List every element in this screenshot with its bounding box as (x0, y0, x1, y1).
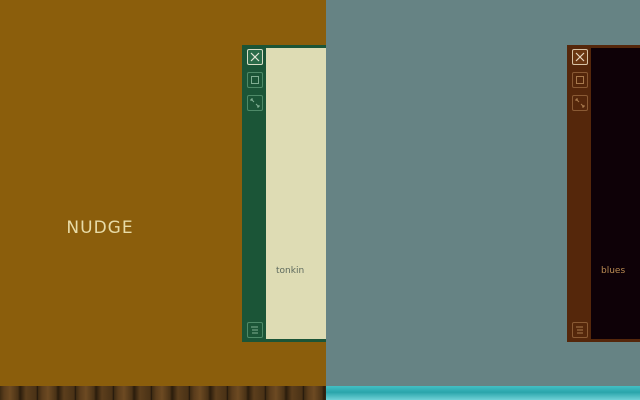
menu-icon (575, 325, 585, 335)
window-menu-button[interactable] (247, 322, 263, 338)
menu-icon (250, 325, 260, 335)
close-icon (575, 52, 585, 62)
fullscreen-button[interactable] (247, 95, 263, 111)
theme-preview-blues: blues (326, 0, 640, 400)
maximize-button[interactable] (247, 72, 263, 88)
maximize-icon (250, 75, 260, 85)
fullscreen-icon (250, 98, 260, 108)
fullscreen-icon (575, 98, 585, 108)
window-title: tonkin (276, 266, 305, 276)
window-titlebar[interactable] (244, 47, 266, 340)
maximize-icon (575, 75, 585, 85)
window-content[interactable]: blues (591, 48, 640, 339)
maximize-button[interactable] (572, 72, 588, 88)
close-icon (250, 52, 260, 62)
water-texture (326, 386, 640, 400)
fullscreen-button[interactable] (572, 95, 588, 111)
window-tonkin[interactable]: tonkin (242, 45, 326, 342)
window-content[interactable]: tonkin (266, 48, 326, 339)
theme-preview-nudge: NUDGE tonkin (0, 0, 326, 400)
window-menu-button[interactable] (572, 322, 588, 338)
theme-name-label: NUDGE (66, 218, 134, 238)
close-button[interactable] (572, 49, 588, 65)
close-button[interactable] (247, 49, 263, 65)
window-blues[interactable]: blues (567, 45, 640, 342)
window-titlebar[interactable] (569, 47, 591, 340)
window-title: blues (601, 266, 626, 276)
floor-texture (0, 386, 326, 400)
